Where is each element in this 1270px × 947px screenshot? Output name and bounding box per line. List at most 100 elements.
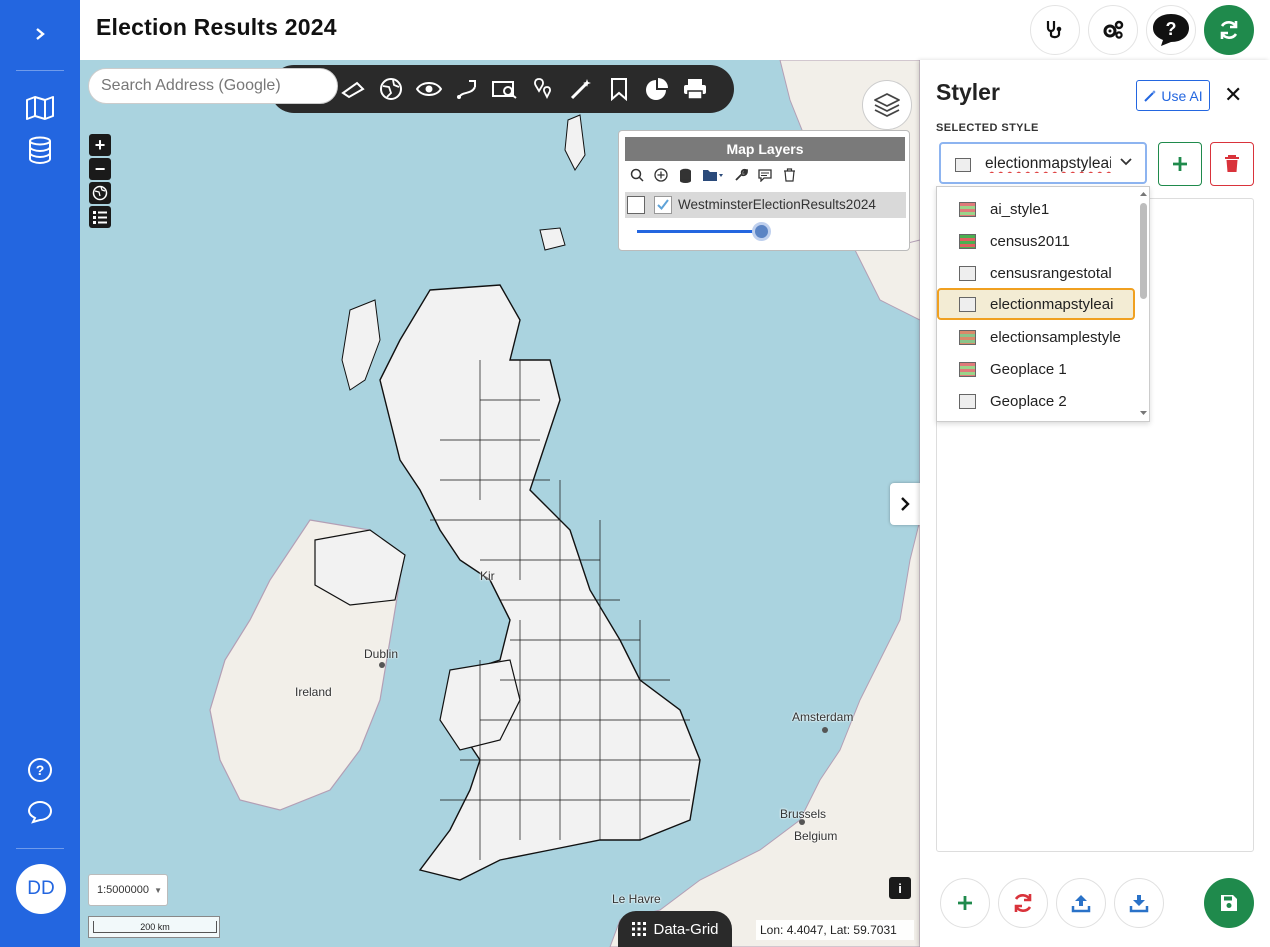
layer-select-checkbox[interactable] [627, 196, 645, 214]
striped-swatch-icon [959, 330, 976, 345]
refresh-button[interactable] [1204, 5, 1254, 55]
wrench-icon[interactable] [733, 167, 749, 183]
list-item-label: censusrangestotal [990, 265, 1112, 282]
layer-visibility-checkbox[interactable] [654, 196, 672, 214]
opacity-slider[interactable] [637, 230, 767, 233]
map-label-kirk: Kir [480, 569, 495, 583]
layers-toggle-button[interactable] [862, 80, 912, 130]
svg-text:?: ? [1166, 19, 1177, 39]
pin-route-icon[interactable] [530, 76, 556, 102]
download-style-button[interactable] [1114, 878, 1164, 928]
upload-style-button[interactable] [1056, 878, 1106, 928]
list-item[interactable]: electionsamplestyle [937, 321, 1137, 353]
help-button[interactable]: ? [1146, 5, 1196, 55]
upload-icon [1071, 895, 1091, 913]
diagnostics-button[interactable] [1030, 5, 1080, 55]
database-nav-button[interactable] [0, 130, 80, 170]
globe-view-button[interactable] [89, 182, 111, 204]
map-toolbar [270, 65, 734, 113]
scroll-up-icon [1140, 192, 1147, 196]
scale-bar-label: 200 km [93, 921, 217, 933]
opacity-slider-handle[interactable] [751, 222, 771, 241]
question-circle-icon: ? [28, 758, 52, 782]
map-label-brussels: Brussels [780, 807, 827, 821]
map-layers-panel: Map Layers WestminsterElectionResults202… [618, 130, 910, 251]
magic-wand-icon[interactable] [568, 76, 594, 102]
save-style-button[interactable] [1204, 878, 1254, 928]
striped-swatch-icon [959, 362, 976, 377]
search-map-icon[interactable] [492, 76, 518, 102]
list-item[interactable]: censusrangestotal [937, 257, 1137, 289]
plain-swatch-icon [959, 297, 976, 312]
list-item-label: ai_style1 [990, 201, 1050, 218]
search-input[interactable]: Search Address (Google) [88, 68, 338, 104]
scrollbar-thumb[interactable] [1140, 203, 1147, 299]
style-select[interactable]: electionmapstyleai [939, 142, 1147, 184]
print-icon[interactable] [682, 76, 708, 102]
list-item[interactable]: Geoplace 1 [937, 353, 1137, 385]
list-item[interactable]: census2011 [937, 225, 1137, 257]
measure-icon[interactable] [340, 76, 366, 102]
chat-nav-button[interactable] [0, 792, 80, 832]
map-label-ireland: Ireland [295, 685, 332, 699]
comment-icon[interactable] [757, 167, 773, 183]
avatar[interactable]: DD [16, 864, 66, 914]
folder-dropdown-icon[interactable] [701, 167, 725, 183]
zoom-controls: + − [89, 134, 111, 230]
add-layer-icon[interactable] [653, 167, 669, 183]
list-item[interactable]: ai_style1 [937, 193, 1137, 225]
use-ai-button[interactable]: Use AI [1136, 80, 1210, 111]
list-item-selected[interactable]: electionmapstyleai [937, 288, 1135, 320]
close-icon[interactable]: ✕ [1224, 82, 1242, 108]
download-icon [1129, 895, 1149, 913]
list-item-label: electionmapstyleai [990, 296, 1114, 313]
expand-rail-button[interactable] [0, 14, 80, 54]
data-grid-label: Data-Grid [653, 920, 719, 938]
page-title: Election Results 2024 [96, 14, 337, 40]
map-canvas[interactable]: Dublin Ireland Amsterdam Brussels Belgiu… [80, 60, 920, 947]
add-rule-button[interactable] [940, 878, 990, 928]
refresh-icon [1014, 894, 1032, 912]
map-nav-button[interactable] [0, 88, 80, 128]
delete-style-button[interactable] [1210, 142, 1254, 186]
eye-icon[interactable] [416, 76, 442, 102]
globe-icon [92, 185, 108, 201]
styler-title: Styler [936, 79, 1000, 105]
chevron-down-icon [1120, 158, 1132, 166]
zoom-out-button[interactable]: − [89, 158, 111, 180]
globe-icon[interactable] [378, 76, 404, 102]
reset-style-button[interactable] [998, 878, 1048, 928]
search-icon[interactable] [629, 167, 645, 183]
data-grid-button[interactable]: Data-Grid [618, 911, 732, 947]
route-icon[interactable] [454, 76, 480, 102]
settings-button[interactable] [1088, 5, 1138, 55]
layer-row[interactable]: WestminsterElectionResults2024 [625, 192, 906, 218]
trash-icon[interactable] [781, 167, 797, 183]
chevron-right-icon [901, 497, 910, 511]
dropdown-scrollbar[interactable] [1137, 187, 1150, 421]
list-icon [93, 211, 107, 224]
pie-chart-icon[interactable] [644, 76, 670, 102]
scale-select[interactable]: 1:5000000 ▼ [88, 874, 168, 906]
map-label-le-havre: Le Havre [612, 892, 661, 906]
style-dropdown-list: ai_style1 census2011 censusrangestotal e… [936, 186, 1150, 422]
zoom-in-button[interactable]: + [89, 134, 111, 156]
list-item[interactable]: Geoplace 2 [937, 385, 1137, 417]
legend-list-button[interactable] [89, 206, 111, 228]
striped-swatch-icon [959, 234, 976, 249]
add-style-button[interactable] [1158, 142, 1202, 186]
map-info-button[interactable]: i [889, 877, 911, 899]
map-label-amsterdam: Amsterdam [792, 710, 854, 724]
style-select-value: electionmapstyleai [985, 155, 1111, 172]
plus-icon [1173, 157, 1187, 171]
coordinate-readout: Lon: 4.4047, Lat: 59.7031 [756, 920, 914, 940]
plain-swatch-icon [959, 266, 976, 281]
help-nav-button[interactable]: ? [0, 750, 80, 790]
bookmark-icon[interactable] [606, 76, 632, 102]
checkmark-icon [657, 199, 669, 211]
expand-panel-button[interactable] [890, 483, 920, 525]
magic-wand-icon [1144, 89, 1157, 102]
question-bubble-icon: ? [1153, 14, 1189, 46]
stethoscope-icon [1046, 21, 1062, 39]
database-icon[interactable] [677, 167, 693, 183]
